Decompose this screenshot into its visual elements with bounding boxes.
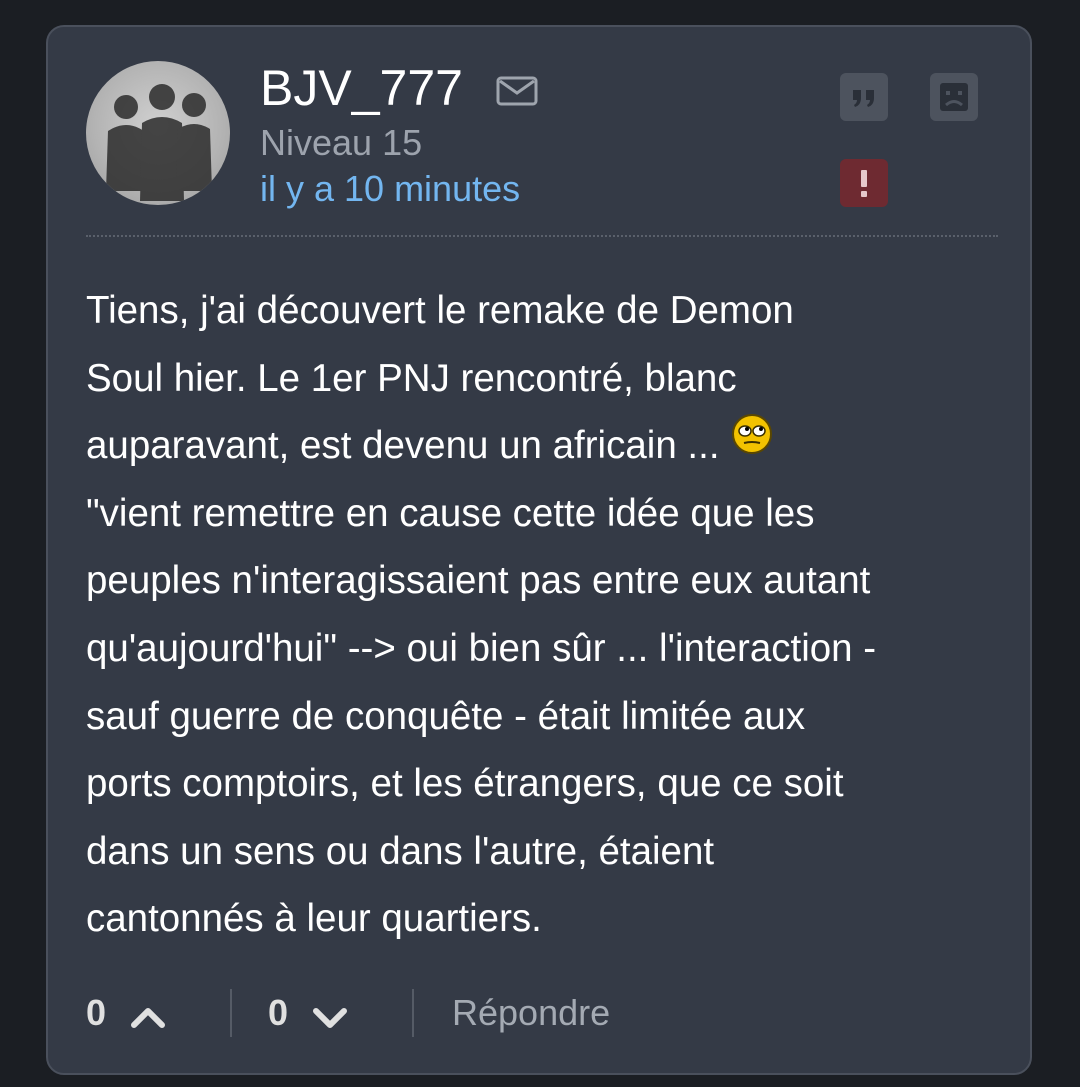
message-line: qu'aujourd'hui" --> oui bien sûr ... l'i… [86, 626, 877, 670]
author-name[interactable]: BJV_777 [260, 59, 463, 117]
message-line: peuples n'interagissaient pas entre eux … [86, 559, 871, 603]
message-line-with-smiley: auparavant, est devenu un africain ... [86, 412, 1006, 480]
message-line: Tiens, j'ai découvert le remake de Demon [86, 289, 794, 332]
avatar-image [106, 84, 212, 201]
exclamation-icon [861, 170, 867, 197]
post-card: BJV_777 Niveau 15 il y a 10 minutes Tien… [46, 25, 1032, 1075]
chevron-up-icon[interactable] [128, 997, 168, 1037]
sad-face-button[interactable] [930, 73, 978, 121]
sad-face-icon [940, 83, 968, 111]
report-button[interactable] [840, 159, 888, 207]
avatar[interactable] [86, 61, 230, 205]
message-line: cantonnés à leur quartiers. [86, 897, 542, 941]
reply-button[interactable]: Répondre [452, 985, 610, 1041]
footer-separator [230, 989, 232, 1037]
message-line: dans un sens ou dans l'autre, étaient [86, 829, 715, 873]
message-line: "vient remettre en cause cette idée que … [86, 491, 815, 535]
message-line: Soul hier. Le 1er PNJ rencontré, blanc [86, 356, 737, 400]
quote-button[interactable] [840, 73, 888, 121]
upvote-count: 0 [86, 992, 107, 1033]
author-level: Niveau 15 [260, 122, 423, 163]
post-timestamp[interactable]: il y a 10 minutes [260, 167, 520, 211]
quote-icon [853, 90, 874, 107]
message-line: sauf guerre de conquête - était limitée … [86, 694, 806, 738]
envelope-icon[interactable] [496, 75, 538, 107]
footer-separator [412, 989, 414, 1037]
message-line: auparavant, est devenu un africain ... [86, 424, 720, 468]
downvote-count: 0 [268, 992, 289, 1033]
header-divider [86, 235, 998, 237]
post-footer: 0 0 Répondre [86, 985, 986, 1041]
rolling-eyes-smiley-icon [730, 412, 774, 456]
post-message: Tiens, j'ai découvert le remake de Demon… [86, 277, 1006, 953]
message-line: ports comptoirs, et les étrangers, que c… [86, 762, 844, 806]
chevron-down-icon[interactable] [310, 997, 350, 1037]
